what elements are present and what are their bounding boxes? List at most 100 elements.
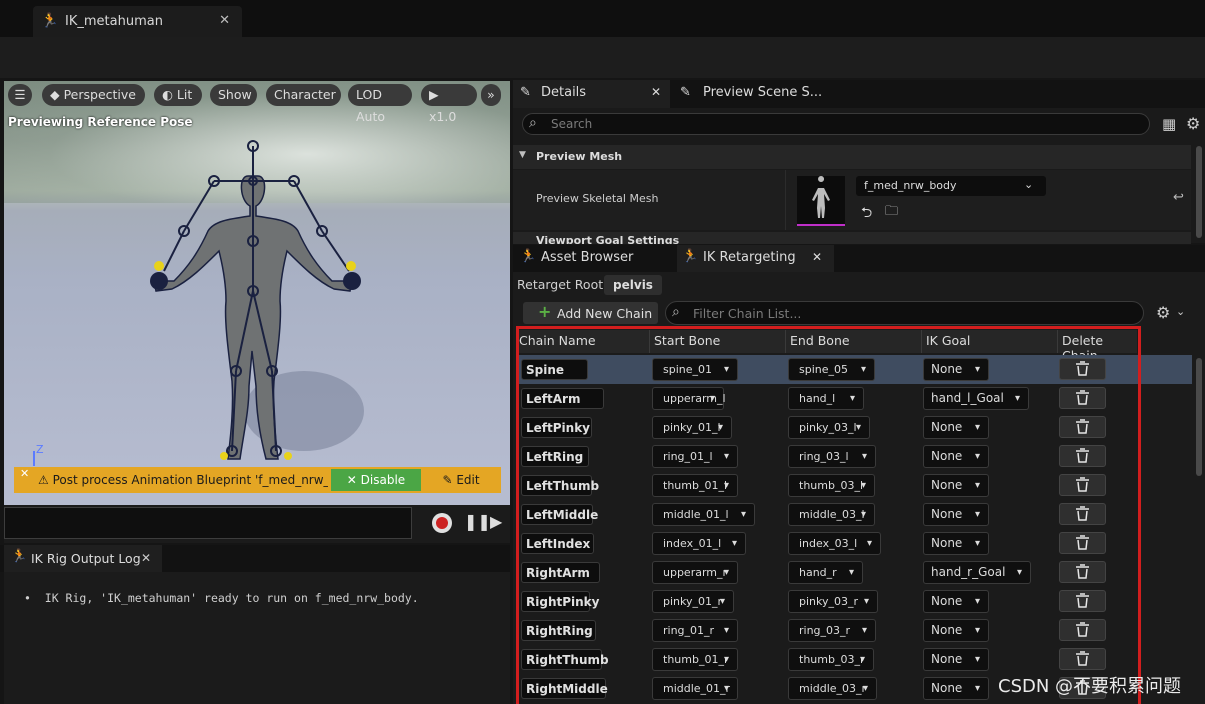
- chain-name-field[interactable]: LeftThumb: [521, 475, 599, 496]
- delete-chain-button[interactable]: [1059, 474, 1106, 496]
- start-bone-combo[interactable]: middle_01_l ▾: [652, 503, 755, 526]
- table-row[interactable]: LeftMiddle middle_01_l ▾ middle_03_l ▾ None ▾: [517, 500, 1192, 529]
- close-icon[interactable]: ✕: [219, 13, 230, 28]
- ik-goal-combo[interactable]: None ▾: [923, 358, 989, 381]
- chain-name-field[interactable]: LeftIndex: [521, 533, 594, 554]
- table-row[interactable]: LeftArm upperarm_l ▾ hand_l ▾ hand_l_Goal ▾: [517, 384, 1192, 413]
- delete-chain-button[interactable]: [1059, 387, 1106, 409]
- viewport[interactable]: ☰ ◆ Perspective ◐ Lit Show Character LOD…: [4, 81, 510, 505]
- chain-table-scrollbar[interactable]: [1196, 358, 1202, 476]
- table-view-icon[interactable]: ▦: [1162, 115, 1176, 133]
- chain-name-field[interactable]: LeftPinky: [521, 417, 592, 438]
- gear-icon[interactable]: ⚙: [1186, 114, 1200, 133]
- start-bone-combo[interactable]: ring_01_l ▾: [652, 445, 738, 468]
- delete-chain-button[interactable]: [1059, 532, 1106, 554]
- section-goal-settings[interactable]: Viewport Goal Settings: [513, 232, 1191, 244]
- column-chain-name[interactable]: Chain Name: [519, 333, 596, 348]
- end-bone-combo[interactable]: spine_05 ▾: [788, 358, 875, 381]
- chain-name-field[interactable]: LeftArm: [521, 388, 604, 409]
- close-icon[interactable]: ✕: [141, 551, 151, 565]
- mesh-thumbnail[interactable]: [797, 176, 845, 226]
- column-ik-goal[interactable]: IK Goal: [926, 333, 970, 348]
- details-search-input[interactable]: ⌕ Search: [522, 113, 1150, 135]
- start-bone-combo[interactable]: upperarm_l ▾: [652, 387, 726, 410]
- output-log-tab[interactable]: 🏃 IK Rig Output Log ✕: [4, 545, 162, 572]
- end-bone-combo[interactable]: ring_03_r ▾: [788, 619, 876, 642]
- chain-name-field[interactable]: RightArm: [521, 562, 600, 583]
- disable-button[interactable]: ✕ Disable: [331, 469, 421, 491]
- delete-chain-button[interactable]: [1059, 561, 1106, 583]
- browse-asset-icon[interactable]: 🗀: [885, 202, 898, 224]
- end-bone-combo[interactable]: middle_03_r ▾: [788, 677, 877, 700]
- end-bone-combo[interactable]: ring_03_l ▾: [788, 445, 876, 468]
- end-bone-combo[interactable]: pinky_03_r ▾: [788, 590, 878, 613]
- end-bone-combo[interactable]: thumb_03_l ▾: [788, 474, 875, 497]
- delete-chain-button[interactable]: [1059, 619, 1106, 641]
- delete-chain-button[interactable]: [1059, 503, 1106, 525]
- chevron-down-icon[interactable]: ⌄: [1176, 305, 1185, 318]
- chain-name-field[interactable]: LeftMiddle: [521, 504, 598, 525]
- start-bone-combo[interactable]: thumb_01_l ▾: [652, 474, 738, 497]
- retarget-root-combo[interactable]: pelvis: [604, 275, 662, 295]
- gear-icon[interactable]: ⚙: [1156, 303, 1170, 322]
- ik-goal-combo[interactable]: hand_l_Goal ▾: [923, 387, 1029, 410]
- table-row[interactable]: RightPinky pinky_01_r ▾ pinky_03_r ▾ None ▾: [517, 587, 1192, 616]
- table-row[interactable]: RightRing ring_01_r ▾ ring_03_r ▾ None ▾: [517, 616, 1192, 645]
- tab-details[interactable]: ✎ Details ✕: [513, 80, 670, 108]
- delete-chain-button[interactable]: [1059, 590, 1106, 612]
- add-new-chain-button[interactable]: + Add New Chain: [523, 302, 658, 324]
- section-preview-mesh[interactable]: ▼ Preview Mesh: [513, 145, 1191, 169]
- use-selected-icon[interactable]: ⮌: [861, 202, 872, 226]
- start-bone-combo[interactable]: thumb_01_r ▾: [652, 648, 738, 671]
- reset-arrow-icon[interactable]: ↩: [1173, 190, 1184, 205]
- ik-goal-combo[interactable]: hand_r_Goal ▾: [923, 561, 1031, 584]
- table-row[interactable]: LeftRing ring_01_l ▾ ring_03_l ▾ None ▾: [517, 442, 1192, 471]
- start-bone-combo[interactable]: ring_01_r ▾: [652, 619, 738, 642]
- preview-mesh-combo[interactable]: f_med_nrw_body ⌄: [856, 176, 1046, 196]
- tab-asset-browser[interactable]: 🏃 Asset Browser: [513, 245, 673, 273]
- pause-icon[interactable]: ❚❚: [464, 512, 491, 531]
- tab-ik-retargeting[interactable]: 🏃 IK Retargeting ✕: [677, 245, 834, 273]
- chain-name-field[interactable]: Spine: [521, 359, 588, 380]
- tab-preview-scene[interactable]: ✎ Preview Scene S...: [675, 80, 825, 108]
- delete-chain-button[interactable]: [1059, 445, 1106, 467]
- ik-goal-combo[interactable]: None ▾: [923, 590, 989, 613]
- column-start-bone[interactable]: Start Bone: [654, 333, 720, 348]
- table-row[interactable]: LeftIndex index_01_l ▾ index_03_l ▾ None ▾: [517, 529, 1192, 558]
- chain-name-field[interactable]: RightMiddle: [521, 678, 608, 699]
- start-bone-combo[interactable]: spine_01 ▾: [652, 358, 738, 381]
- table-row[interactable]: LeftPinky pinky_01_l ▾ pinky_03_l ▾ None ▾: [517, 413, 1192, 442]
- ik-goal-combo[interactable]: None ▾: [923, 532, 989, 555]
- start-bone-combo[interactable]: pinky_01_r ▾: [652, 590, 734, 613]
- start-bone-combo[interactable]: upperarm_r ▾: [652, 561, 738, 584]
- details-scrollbar[interactable]: [1196, 146, 1202, 238]
- delete-chain-button[interactable]: [1059, 358, 1106, 380]
- start-bone-combo[interactable]: pinky_01_l ▾: [652, 416, 732, 439]
- table-row[interactable]: Spine spine_01 ▾ spine_05 ▾ None ▾: [517, 355, 1192, 384]
- dismiss-warning-icon[interactable]: ✕: [20, 467, 29, 480]
- delete-chain-button[interactable]: [1059, 648, 1106, 670]
- filter-chain-input[interactable]: ⌕ Filter Chain List...: [665, 301, 1144, 325]
- ik-goal-combo[interactable]: None ▾: [923, 416, 989, 439]
- start-bone-combo[interactable]: middle_01_r ▾: [652, 677, 738, 700]
- end-bone-combo[interactable]: thumb_03_r ▾: [788, 648, 874, 671]
- end-bone-combo[interactable]: pinky_03_l ▾: [788, 416, 870, 439]
- chain-name-field[interactable]: LeftRing: [521, 446, 589, 467]
- record-icon[interactable]: [432, 513, 452, 533]
- close-icon[interactable]: ✕: [651, 85, 661, 99]
- step-forward-icon[interactable]: ▶: [490, 512, 502, 531]
- column-end-bone[interactable]: End Bone: [790, 333, 850, 348]
- timeline-field[interactable]: [4, 507, 412, 539]
- table-row[interactable]: LeftThumb thumb_01_l ▾ thumb_03_l ▾ None ▾: [517, 471, 1192, 500]
- start-bone-combo[interactable]: index_01_l ▾: [652, 532, 746, 555]
- ik-goal-combo[interactable]: None ▾: [923, 619, 989, 642]
- ik-goal-combo[interactable]: None ▾: [923, 677, 989, 700]
- delete-chain-button[interactable]: [1059, 416, 1106, 438]
- end-bone-combo[interactable]: middle_03_l ▾: [788, 503, 875, 526]
- end-bone-combo[interactable]: hand_r ▾: [788, 561, 863, 584]
- end-bone-combo[interactable]: hand_l ▾: [788, 387, 864, 410]
- ik-goal-combo[interactable]: None ▾: [923, 445, 989, 468]
- chain-name-field[interactable]: RightPinky: [521, 591, 599, 612]
- close-icon[interactable]: ✕: [812, 250, 822, 264]
- edit-button[interactable]: ✎ Edit: [426, 469, 496, 491]
